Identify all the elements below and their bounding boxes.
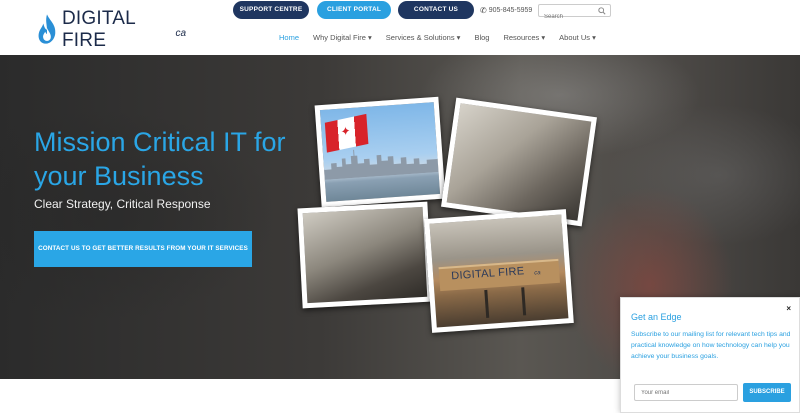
search-box — [538, 4, 611, 23]
support-centre-button[interactable]: SUPPORT CENTRE — [233, 1, 309, 19]
maple-leaf-icon: ✦ — [340, 123, 351, 140]
contact-cta-button[interactable]: CONTACT US TO GET BETTER RESULTS FROM YO… — [34, 231, 252, 267]
search-icon[interactable] — [598, 7, 606, 15]
email-field[interactable] — [634, 384, 738, 401]
popup-title: Get an Edge — [631, 312, 682, 322]
nav-resources[interactable]: Resources ▾ — [503, 33, 545, 42]
flame-icon — [38, 14, 56, 44]
main-nav: Home Why Digital Fire ▾ Services & Solut… — [279, 33, 610, 42]
logo-text: DIGITAL FIRE — [61, 8, 136, 51]
phone-number[interactable]: ✆ 905-845-5959 — [480, 6, 532, 15]
search-input[interactable] — [539, 11, 597, 23]
skyline-graphic — [324, 149, 439, 180]
popup-description: Subscribe to our mailing list for releva… — [631, 331, 791, 360]
sign-suffix: ca — [534, 270, 541, 277]
nav-home[interactable]: Home — [279, 33, 299, 42]
office-team-photo — [441, 97, 597, 227]
office-workspace-photo — [297, 201, 433, 309]
client-portal-button[interactable]: CLIENT PORTAL — [317, 1, 391, 19]
logo-suffix: ca — [175, 27, 186, 39]
nav-services-solutions[interactable]: Services & Solutions ▾ — [386, 33, 461, 42]
phone-icon: ✆ — [480, 6, 487, 15]
nav-about-us[interactable]: About Us ▾ — [559, 33, 596, 42]
logo[interactable]: DIGITAL FIRE ca — [36, 8, 186, 51]
hero-subtitle: Clear Strategy, Critical Response — [34, 197, 211, 211]
contact-us-button[interactable]: CONTACT US — [398, 1, 474, 19]
toronto-skyline-photo: ✦ — [314, 96, 446, 208]
subscribe-button[interactable]: SUBSCRIBE — [743, 383, 791, 402]
newsletter-popup: × Get an Edge Subscribe to our mailing l… — [620, 297, 800, 413]
nav-blog[interactable]: Blog — [474, 33, 489, 42]
phone-text: 905-845-5959 — [488, 7, 533, 14]
hero-title: Mission Critical IT for your Business — [34, 127, 286, 191]
table-legs — [484, 287, 527, 319]
nav-why-digital-fire[interactable]: Why Digital Fire ▾ — [313, 33, 372, 42]
office-sign-photo: DIGITAL FIRE ca — [424, 209, 574, 333]
site-header: DIGITAL FIRE ca SUPPORT CENTRE CLIENT PO… — [0, 0, 800, 55]
close-icon[interactable]: × — [786, 304, 791, 313]
